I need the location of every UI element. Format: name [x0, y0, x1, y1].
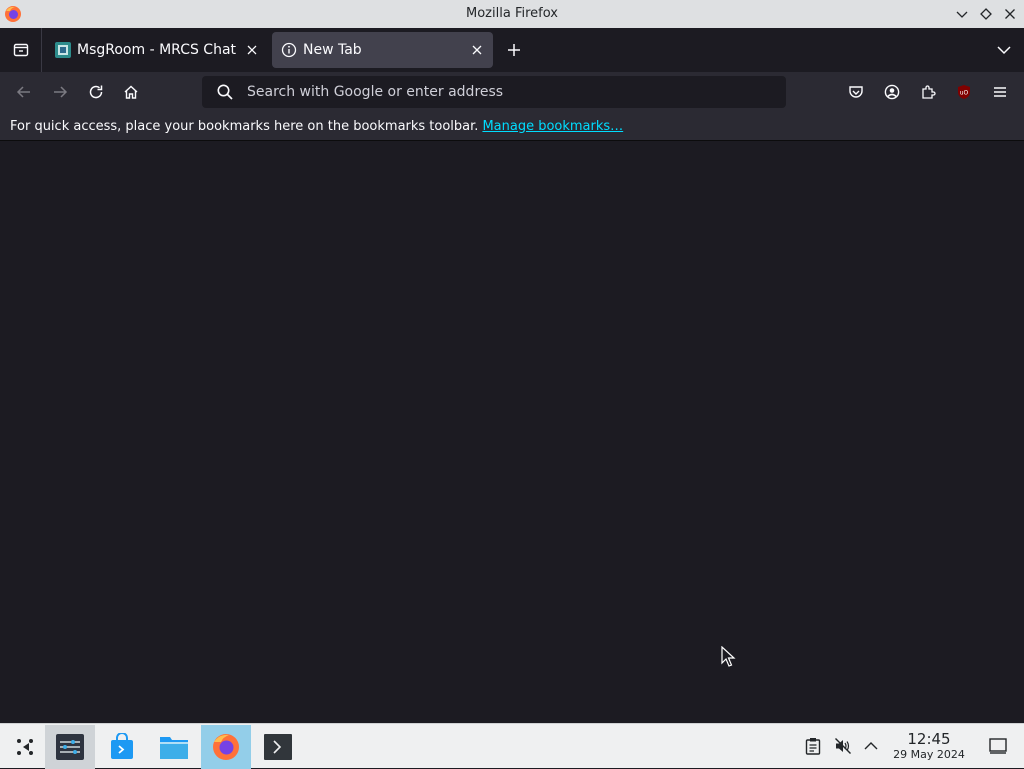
- chevron-down-icon: [997, 46, 1011, 55]
- ublock-origin-button[interactable]: uO: [952, 80, 976, 104]
- account-icon: [884, 84, 900, 100]
- page-content[interactable]: [0, 141, 1024, 723]
- volume-button[interactable]: [833, 736, 853, 756]
- firefox-view-button[interactable]: [0, 28, 42, 72]
- chevron-up-icon: [864, 742, 878, 750]
- digital-clock[interactable]: 12:45 29 May 2024: [886, 730, 972, 762]
- manage-bookmarks-link[interactable]: Manage bookmarks…: [482, 119, 623, 134]
- bookmarks-toolbar: For quick access, place your bookmarks h…: [0, 112, 1024, 141]
- pocket-button[interactable]: [844, 80, 868, 104]
- back-button[interactable]: [12, 80, 36, 104]
- firefox-view-icon: [13, 43, 28, 57]
- maximize-button[interactable]: [976, 4, 996, 24]
- task-dolphin-files[interactable]: [149, 725, 199, 769]
- window-titlebar: Mozilla Firefox: [0, 0, 1024, 28]
- address-input[interactable]: [247, 84, 786, 100]
- extensions-button[interactable]: [916, 80, 940, 104]
- clock-date: 29 May 2024: [893, 748, 965, 761]
- show-desktop-button[interactable]: [988, 736, 1008, 756]
- folder-icon: [160, 737, 188, 759]
- search-icon: [217, 84, 233, 100]
- forward-button[interactable]: [48, 80, 72, 104]
- app-launcher-button[interactable]: [0, 725, 50, 769]
- task-konsole[interactable]: [253, 725, 303, 769]
- show-hidden-icons-button[interactable]: [861, 736, 881, 756]
- task-firefox[interactable]: [201, 725, 251, 769]
- discover-icon: [111, 733, 133, 759]
- account-button[interactable]: [880, 80, 904, 104]
- clipboard-button[interactable]: [803, 736, 823, 756]
- plus-icon: [508, 44, 520, 56]
- tab-label: New Tab: [303, 42, 362, 58]
- window-title: Mozilla Firefox: [466, 6, 558, 21]
- clock-time: 12:45: [907, 730, 951, 748]
- terminal-icon: [264, 734, 292, 760]
- diamond-icon: [980, 8, 992, 20]
- close-icon: [1005, 9, 1015, 19]
- new-tab-button[interactable]: [502, 38, 526, 62]
- mouse-cursor-icon: [721, 646, 736, 667]
- close-tab-button[interactable]: [465, 38, 489, 62]
- home-icon: [124, 85, 138, 99]
- tab-new-tab[interactable]: New Tab: [272, 32, 493, 68]
- task-discover[interactable]: [97, 725, 147, 769]
- ublock-icon: uO: [958, 85, 970, 99]
- tab-bar: MsgRoom - MRCS Chat New Tab: [0, 28, 1024, 72]
- home-button[interactable]: [119, 80, 143, 104]
- minimize-button[interactable]: [952, 4, 972, 24]
- svg-text:uO: uO: [960, 90, 969, 97]
- info-icon: [281, 42, 297, 58]
- close-icon: [472, 45, 482, 55]
- forward-icon: [54, 86, 68, 98]
- msgroom-favicon: [55, 42, 71, 58]
- system-settings-icon: [56, 734, 84, 760]
- back-icon: [16, 86, 30, 98]
- address-bar[interactable]: [202, 76, 786, 108]
- reload-icon: [89, 85, 103, 99]
- bookmarks-toolbar-message: For quick access, place your bookmarks h…: [10, 118, 479, 134]
- tab-label: MsgRoom - MRCS Chat: [77, 42, 237, 58]
- menu-icon: [994, 87, 1006, 97]
- chevron-down-icon: [956, 11, 968, 18]
- app-menu-button[interactable]: [988, 80, 1012, 104]
- list-all-tabs-button[interactable]: [992, 38, 1016, 62]
- close-window-button[interactable]: [1000, 4, 1020, 24]
- task-system-settings[interactable]: [45, 725, 95, 769]
- volume-muted-icon: [835, 738, 851, 754]
- show-desktop-icon: [989, 738, 1007, 754]
- navigation-toolbar: uO: [0, 72, 1024, 112]
- close-icon: [247, 45, 257, 55]
- close-tab-button[interactable]: [240, 38, 264, 62]
- clipboard-icon: [805, 738, 821, 755]
- taskbar: 12:45 29 May 2024: [0, 723, 1024, 769]
- app-launcher-icon: [17, 739, 33, 755]
- pocket-icon: [849, 86, 863, 98]
- reload-button[interactable]: [84, 80, 108, 104]
- tab-msgroom[interactable]: MsgRoom - MRCS Chat: [46, 32, 268, 68]
- extensions-icon: [922, 85, 936, 99]
- firefox-icon: [213, 734, 239, 760]
